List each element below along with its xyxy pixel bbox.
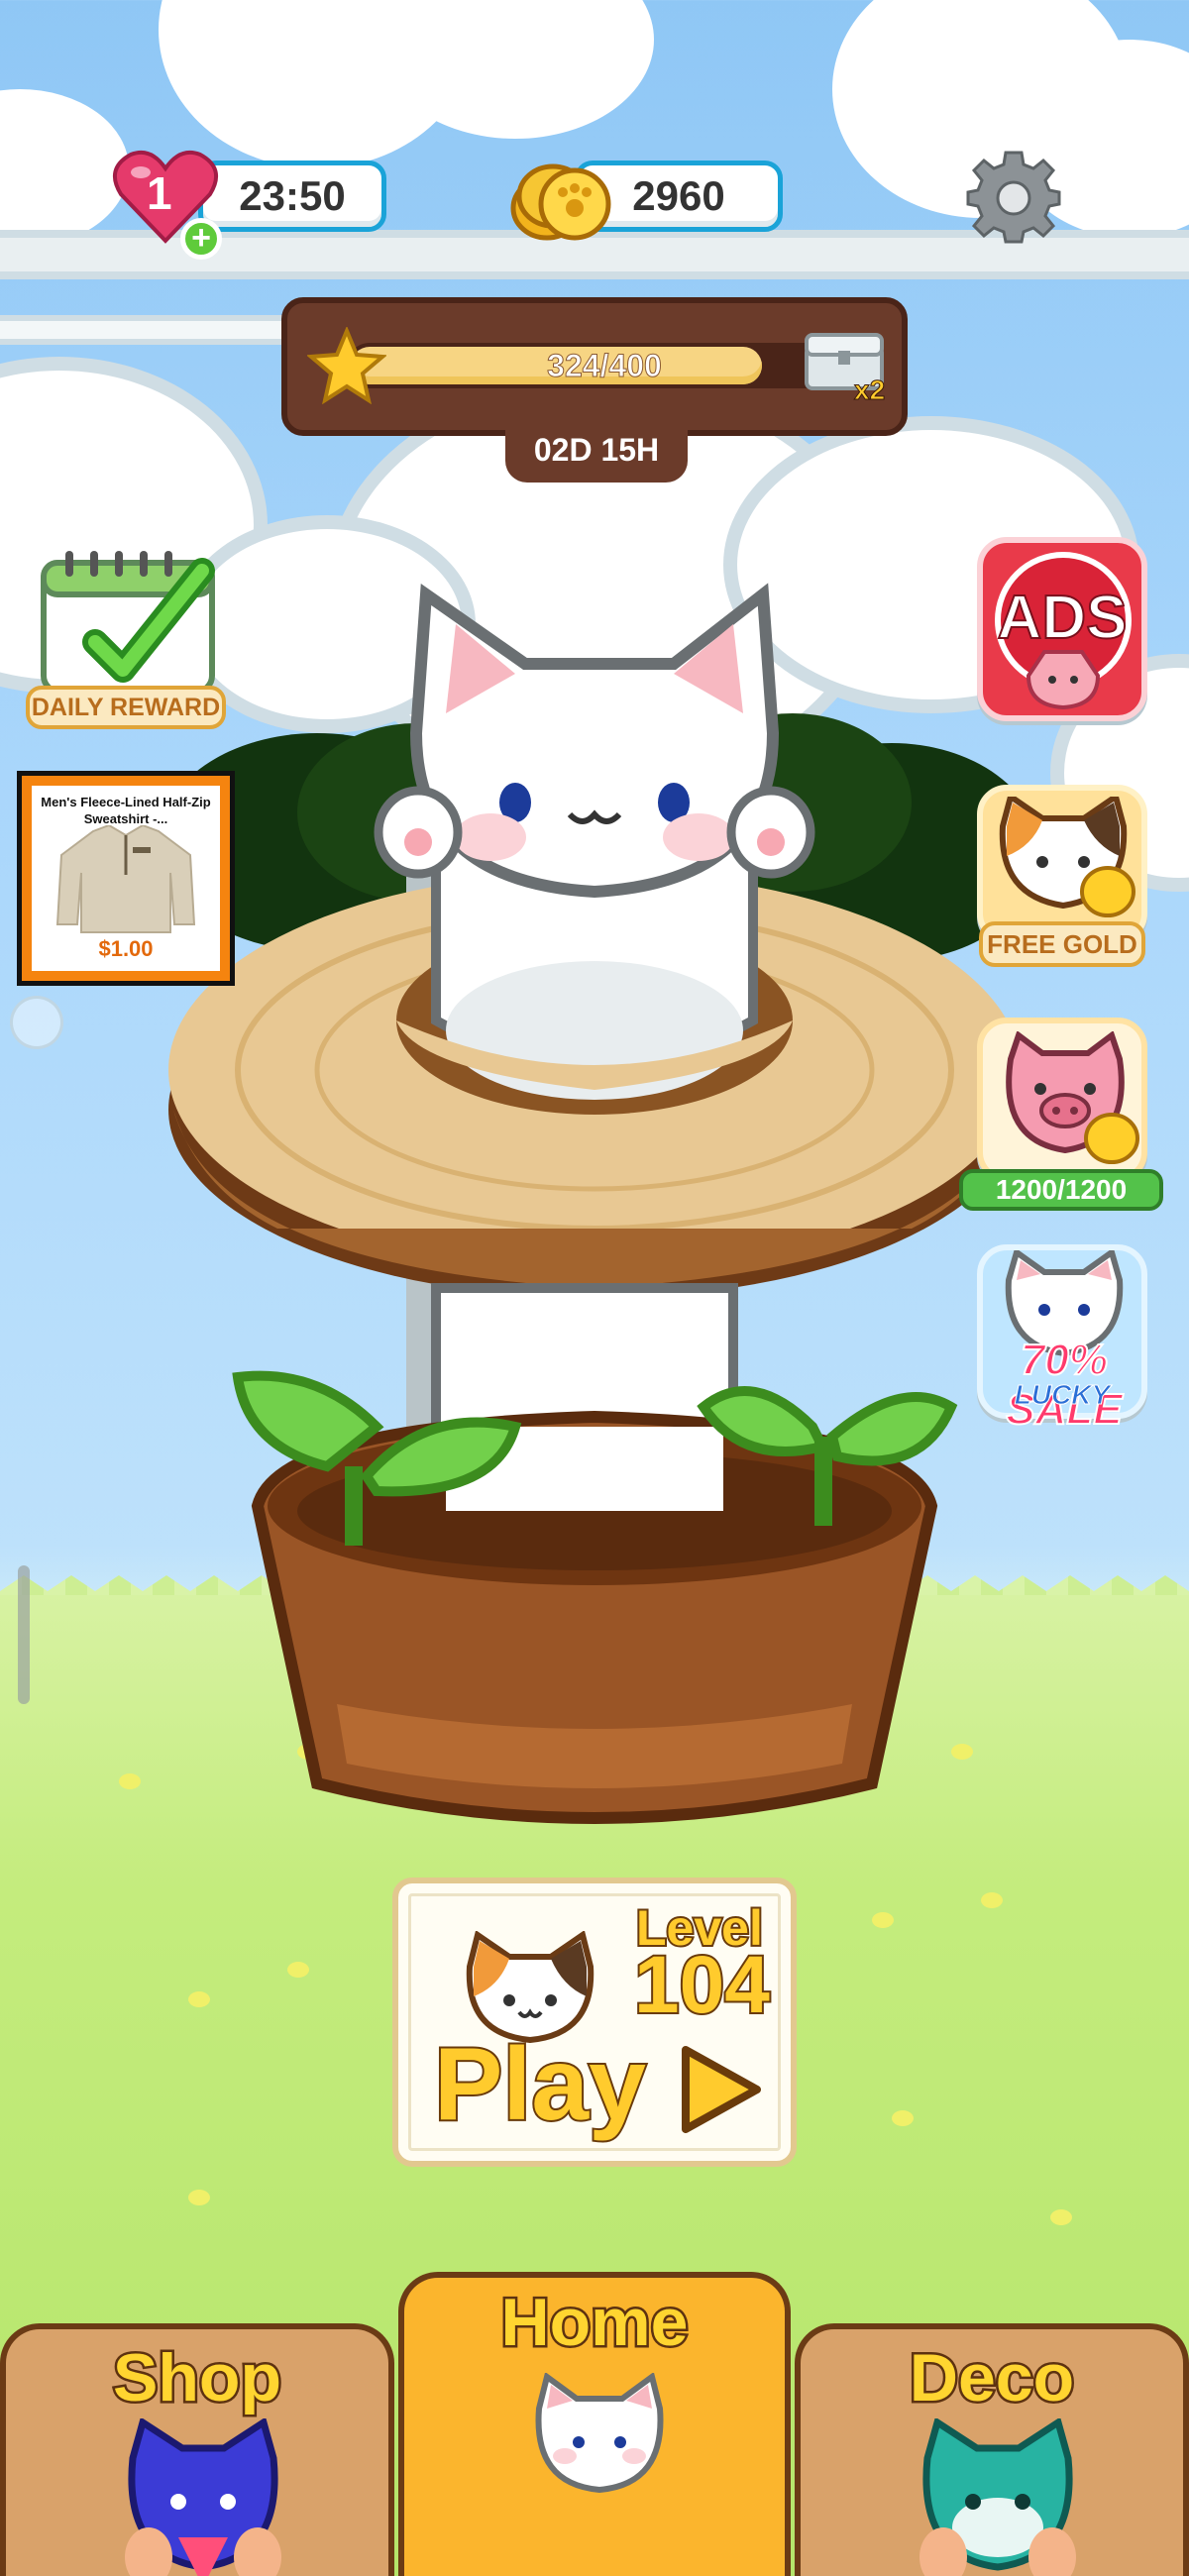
event-timer: 02D 15H xyxy=(505,421,688,483)
deco-label: Deco xyxy=(907,2338,1076,2418)
free-gold-card xyxy=(977,785,1147,943)
coin-count: 2960 xyxy=(632,172,725,219)
ad-price: $1.00 xyxy=(98,936,154,961)
piggy-bank-icon xyxy=(1006,1031,1139,1164)
sale-offer-button[interactable]: 70% SALE LUCKY xyxy=(977,1244,1147,1435)
lives-count: 1 xyxy=(147,167,172,219)
ads-button[interactable]: ADS xyxy=(977,537,1147,721)
edge-scroll-handle[interactable] xyxy=(18,1565,30,1704)
play-level-button[interactable]: Level 104 Play xyxy=(392,1878,797,2167)
event-progress-panel[interactable]: 324/400 x2 xyxy=(281,297,908,436)
coin-stack-icon xyxy=(510,163,611,241)
shop-label: Shop xyxy=(111,2338,284,2418)
floating-dot[interactable] xyxy=(10,996,63,1049)
event-progress-track: 324/400 xyxy=(347,343,862,388)
piggy-bank-value: 1200/1200 xyxy=(995,1174,1128,1205)
sale-sublabel: LUCKY xyxy=(1014,1379,1111,1411)
daily-reward-label: DAILY REWARD xyxy=(26,686,226,729)
deco-cat-icon xyxy=(919,2418,1076,2576)
life-timer-text: 23:50 xyxy=(239,172,346,219)
sweatshirt-image xyxy=(55,825,196,933)
ad-title: Men's Fleece-Lined Half-Zip Sweatshirt -… xyxy=(41,795,211,826)
piggy-bank-card xyxy=(977,1018,1147,1182)
nav-tab-home[interactable]: Home xyxy=(398,2272,791,2576)
free-gold-label: FREE GOLD xyxy=(979,921,1145,967)
nav-tab-deco[interactable]: Deco xyxy=(795,2323,1189,2576)
settings-gear-icon[interactable] xyxy=(966,149,1061,244)
event-progress-text: 324/400 xyxy=(547,348,663,384)
star-icon xyxy=(307,327,386,404)
sponsored-ad-card[interactable]: Men's Fleece-Lined Half-Zip Sweatshirt -… xyxy=(22,776,230,981)
shop-cat-icon xyxy=(125,2418,281,2576)
ads-label: ADS xyxy=(997,583,1129,653)
calendar-check-icon xyxy=(41,551,215,695)
home-cat-icon xyxy=(535,2373,664,2494)
add-lives-icon[interactable]: + xyxy=(180,218,222,260)
calico-cat-icon xyxy=(999,797,1135,917)
play-label: Play xyxy=(432,2025,648,2144)
piggy-bank-meter: 1200/1200 xyxy=(959,1169,1163,1211)
event-timer-text: 02D 15H xyxy=(533,432,660,468)
play-arrow-icon xyxy=(682,2046,761,2133)
level-number: 104 xyxy=(632,1938,772,2032)
nav-tab-shop[interactable]: Shop xyxy=(0,2323,394,2576)
cat-tree-scene xyxy=(159,583,1040,1824)
home-label: Home xyxy=(498,2283,691,2363)
life-timer-pill: 23:50 xyxy=(198,161,386,232)
reward-multiplier: x2 xyxy=(853,375,886,406)
